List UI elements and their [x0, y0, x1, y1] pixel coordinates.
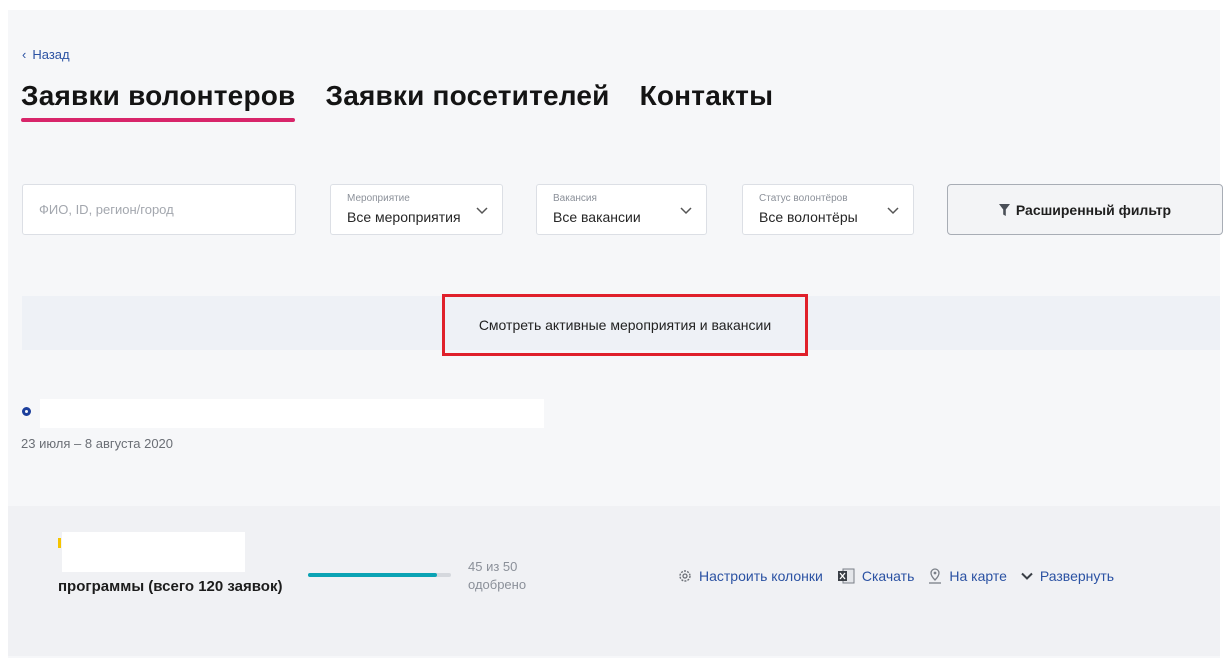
advanced-filter-label: Расширенный фильтр — [1015, 201, 1172, 218]
search-field[interactable] — [22, 184, 296, 235]
redacted-event-title — [40, 399, 544, 428]
download-button[interactable]: Скачать — [837, 568, 915, 584]
status-select-value: Все волонтёры — [759, 209, 858, 225]
map-pin-icon — [929, 568, 942, 584]
advanced-filter-button[interactable]: Расширенный фильтр — [947, 184, 1223, 235]
configure-columns-button[interactable]: Настроить колонки — [678, 568, 823, 584]
chevron-left-icon: ‹ — [22, 47, 27, 62]
chevron-down-icon — [476, 207, 488, 215]
show-on-map-label: На карте — [949, 568, 1007, 584]
tab-contacts[interactable]: Контакты — [640, 80, 774, 122]
approval-count: 45 из 50 одобрено — [468, 558, 526, 594]
tab-bar: Заявки волонтеров Заявки посетителей Кон… — [21, 80, 773, 122]
event-select[interactable]: Мероприятие Все мероприятия — [330, 184, 503, 235]
expand-button[interactable]: Развернуть — [1021, 568, 1114, 584]
chevron-down-icon — [680, 207, 692, 215]
approval-count-value: 45 из 50 — [468, 559, 518, 574]
program-title: программы (всего 120 заявок) — [58, 578, 283, 595]
approval-count-caption: одобрено — [468, 577, 527, 592]
configure-columns-label: Настроить колонки — [699, 568, 823, 584]
vacancy-select-value: Все вакансии — [553, 209, 641, 225]
event-select-label: Мероприятие — [347, 193, 410, 204]
chevron-down-icon — [1021, 572, 1033, 580]
program-actions: Настроить колонки Скачать На карте Разве… — [678, 568, 1114, 584]
vacancy-select[interactable]: Вакансия Все вакансии — [536, 184, 707, 235]
approval-progress-fill — [308, 573, 437, 577]
redacted-program-name — [62, 532, 245, 572]
tab-volunteer-requests[interactable]: Заявки волонтеров — [21, 80, 296, 122]
download-label: Скачать — [861, 568, 915, 584]
excel-icon — [837, 568, 855, 584]
program-marker — [58, 538, 61, 548]
approval-progress-bar — [308, 573, 451, 577]
show-on-map-button[interactable]: На карте — [928, 568, 1007, 584]
event-select-value: Все мероприятия — [347, 209, 461, 225]
event-dates: 23 июля – 8 августа 2020 — [21, 436, 174, 451]
search-input[interactable] — [37, 201, 281, 218]
expand-label: Развернуть — [1039, 568, 1115, 584]
active-events-link[interactable]: Смотреть активные мероприятия и вакансии — [442, 294, 808, 356]
status-select[interactable]: Статус волонтёров Все волонтёры — [742, 184, 914, 235]
filter-icon — [998, 203, 1010, 216]
back-label: Назад — [32, 47, 70, 62]
status-select-label: Статус волонтёров — [759, 193, 848, 204]
event-status-dot — [22, 407, 31, 416]
chevron-down-icon — [887, 207, 899, 215]
tab-visitor-requests[interactable]: Заявки посетителей — [325, 80, 609, 122]
gear-icon — [679, 570, 691, 582]
vacancy-select-label: Вакансия — [553, 193, 597, 204]
back-link[interactable]: ‹ Назад — [22, 47, 70, 62]
